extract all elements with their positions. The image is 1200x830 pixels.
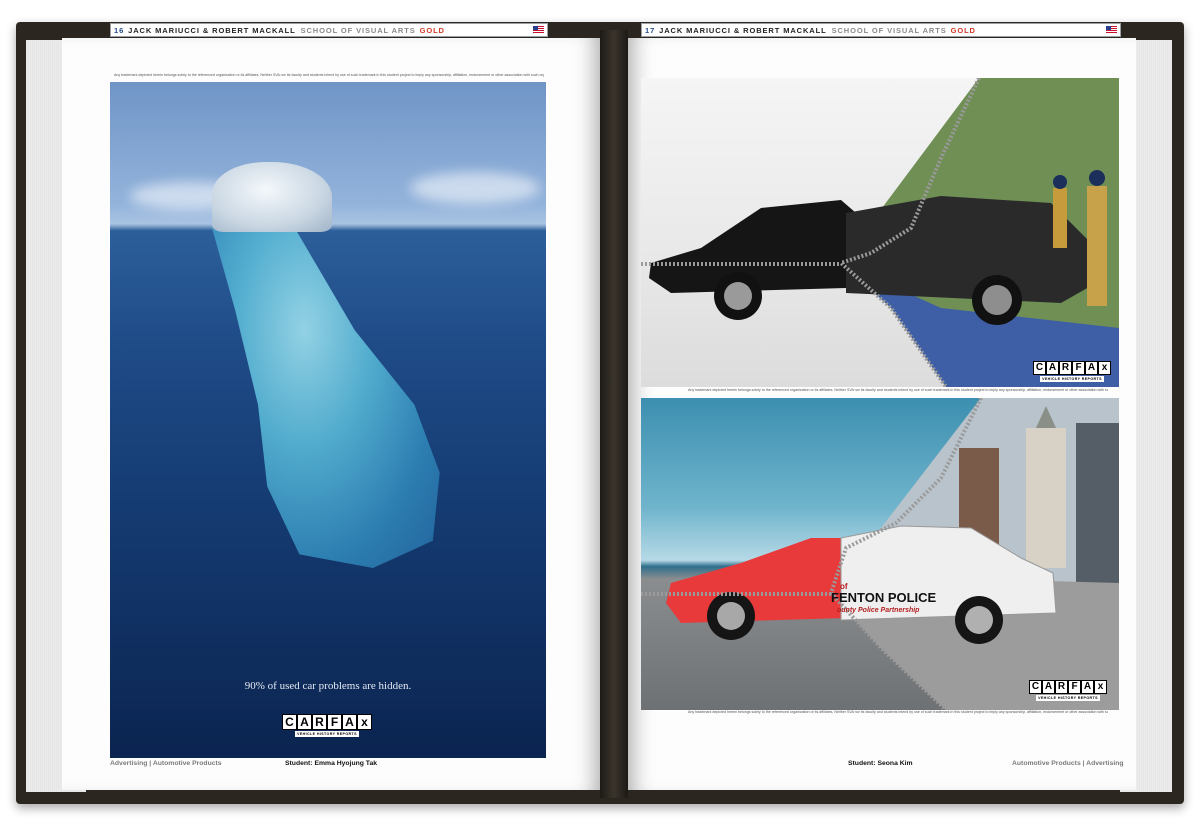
logo-letter: F	[1072, 361, 1085, 375]
zipper-scene	[641, 398, 1119, 710]
logo-letter: R	[1055, 680, 1068, 694]
logo-letter: C	[1029, 680, 1042, 694]
page-number: 16	[114, 25, 125, 35]
wrecked-car-ad: C A R F A x VEHICLE HISTORY REPORTS	[641, 78, 1119, 387]
logo-letter: A	[1042, 680, 1055, 694]
tower-building	[1026, 428, 1066, 568]
logo-letter: x	[1094, 680, 1107, 694]
header-school: SCHOOL OF VISUAL ARTS	[831, 25, 947, 35]
header-names: JACK MARIUCCI & ROBERT MACKALL	[659, 25, 827, 35]
logo-letter: F	[327, 714, 342, 730]
ad-tagline: 90% of used car problems are hidden.	[244, 680, 412, 692]
page-number: 17	[645, 25, 656, 35]
police-car-ad: of FENTON POLICE ounty Police Partnershi…	[641, 398, 1119, 710]
carfax-logo: C A R F A x VEHICLE HISTORY REPORTS	[1033, 361, 1111, 382]
footer-category: Advertising | Automotive Products	[110, 760, 222, 767]
red-sports-car	[666, 538, 846, 623]
footer-student: Student: Seona Kim	[848, 760, 913, 767]
firefighter-helmet	[1089, 170, 1105, 186]
logo-letter: A	[1046, 361, 1059, 375]
firefighter	[1053, 188, 1067, 248]
footer-student: Student: Emma Hyojung Tak	[285, 760, 378, 767]
award-badge: GOLD	[950, 25, 976, 35]
iceberg-ad: 90% of used car problems are hidden. C A…	[110, 82, 546, 758]
wheel-rim	[724, 282, 752, 310]
logo-letter: C	[282, 714, 297, 730]
firefighter-helmet	[1053, 175, 1067, 189]
trademark-disclaimer: Any trademark depicted herein belongs so…	[114, 73, 544, 77]
carfax-logo: C A R F A x VEHICLE HISTORY REPORTS	[1029, 680, 1107, 701]
book-spine	[600, 30, 628, 798]
header-school: SCHOOL OF VISUAL ARTS	[300, 25, 416, 35]
logo-letter: A	[1081, 680, 1094, 694]
cloud	[410, 172, 540, 204]
header-names: JACK MARIUCCI & ROBERT MACKALL	[128, 25, 296, 35]
footer-category: Automotive Products | Advertising	[1012, 760, 1124, 767]
logo-subtitle: VEHICLE HISTORY REPORTS	[1036, 695, 1100, 701]
trademark-disclaimer: Any trademark depicted herein belongs so…	[688, 388, 1108, 392]
carfax-logo: C A R F A x VEHICLE HISTORY REPORTS	[282, 714, 372, 737]
logo-letter: R	[1059, 361, 1072, 375]
firefighter	[1087, 186, 1107, 306]
right-page-header: 17 JACK MARIUCCI & ROBERT MACKALL SCHOOL…	[641, 23, 1121, 37]
logo-letter: A	[342, 714, 357, 730]
police-car-text-main: FENTON POLICE	[831, 590, 937, 605]
zipper-scene	[641, 78, 1119, 387]
us-flag-icon	[533, 26, 544, 33]
logo-letter: A	[1085, 361, 1098, 375]
police-car-text-sub: ounty Police Partnership	[837, 607, 920, 614]
left-page-header: 16 JACK MARIUCCI & ROBERT MACKALL SCHOOL…	[110, 23, 548, 37]
logo-subtitle: VEHICLE HISTORY REPORTS	[295, 731, 359, 737]
iceberg-underwater	[212, 228, 440, 568]
logo-letter: x	[1098, 361, 1111, 375]
award-badge: GOLD	[419, 25, 445, 35]
trademark-disclaimer: Any trademark depicted herein belongs so…	[688, 710, 1108, 714]
wheel-rim	[965, 606, 993, 634]
wheel-rim	[717, 602, 745, 630]
logo-letter: A	[297, 714, 312, 730]
wheel-rim	[982, 285, 1012, 315]
logo-subtitle: VEHICLE HISTORY REPORTS	[1040, 376, 1104, 382]
us-flag-icon	[1106, 26, 1117, 33]
logo-letter: F	[1068, 680, 1081, 694]
logo-letter: C	[1033, 361, 1046, 375]
logo-letter: x	[357, 714, 372, 730]
iceberg-tip	[212, 162, 332, 232]
office-building	[1076, 423, 1119, 583]
logo-letter: R	[312, 714, 327, 730]
